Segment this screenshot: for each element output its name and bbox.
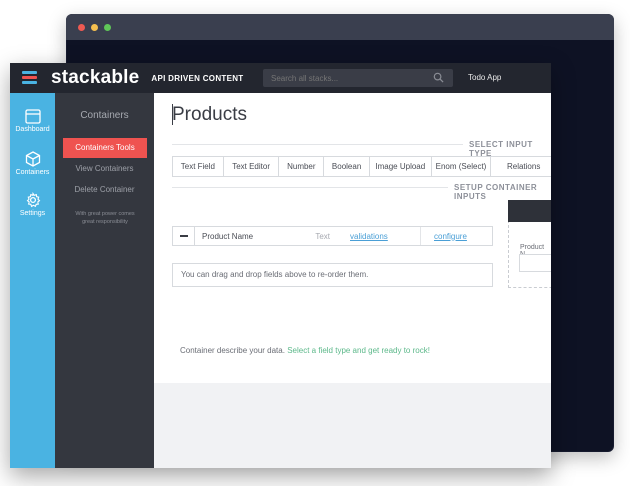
remove-field-button[interactable] [173, 227, 195, 245]
app-window: stackable API DRIVEN CONTENT Todo App Da… [10, 63, 551, 468]
brand-name[interactable]: stackable [51, 67, 139, 89]
search-icon[interactable] [433, 72, 444, 83]
screenshot-stage: stackable API DRIVEN CONTENT Todo App Da… [0, 0, 630, 486]
input-type-text-field[interactable]: Text Field [173, 157, 224, 176]
field-validations-link[interactable]: validations [350, 232, 420, 241]
field-preview-input[interactable] [519, 254, 551, 272]
window-minimize-dot[interactable] [91, 23, 98, 31]
gear-icon [26, 192, 40, 208]
input-type-boolean[interactable]: Boolean [324, 157, 370, 176]
top-bar: stackable API DRIVEN CONTENT Todo App [10, 63, 551, 93]
subnav-item-view-containers[interactable]: View Containers [55, 164, 154, 173]
field-configure-link[interactable]: configure [434, 232, 467, 241]
field-type: Text [315, 231, 330, 241]
search-input[interactable] [263, 69, 453, 87]
field-preview-header [508, 200, 551, 222]
dashboard-icon [24, 109, 41, 124]
nav-item-dashboard[interactable]: Dashboard [10, 109, 55, 133]
input-type-enum-select[interactable]: Enom (Select) [432, 157, 492, 176]
window-close-dot[interactable] [78, 23, 85, 31]
primary-nav: Dashboard Containers Settings [10, 93, 55, 468]
subnav-item-delete-container[interactable]: Delete Container [55, 185, 154, 194]
description-text: Container describe your data. [180, 346, 285, 355]
main-footer-area [154, 383, 551, 468]
nav-label-dashboard: Dashboard [15, 126, 50, 133]
cube-icon [25, 151, 40, 167]
app-switcher[interactable]: Todo App [468, 73, 501, 82]
input-type-text-editor[interactable]: Text Editor [224, 157, 280, 176]
minus-icon [179, 235, 188, 237]
nav-label-containers: Containers [15, 169, 50, 176]
nav-item-settings[interactable]: Settings [10, 192, 55, 217]
input-type-number[interactable]: Number [279, 157, 325, 176]
nav-label-settings: Settings [19, 210, 46, 217]
input-type-image-upload[interactable]: Image Upload [370, 157, 432, 176]
subnav-item-containers-tools[interactable]: Containers Tools [63, 138, 147, 158]
secondary-nav: Containers Containers Tools View Contain… [55, 93, 154, 468]
reorder-hint: You can drag and drop fields above to re… [172, 263, 493, 287]
subnav-title: Containers [80, 110, 129, 121]
nav-item-containers[interactable]: Containers [10, 151, 55, 176]
subnav-note: With great power comes great responsibil… [75, 211, 135, 225]
description-link[interactable]: Select a field type and get ready to roc… [287, 346, 430, 355]
page-title[interactable]: Products [172, 104, 247, 126]
window-maximize-dot[interactable] [104, 23, 111, 31]
input-type-relations[interactable]: Relations [491, 157, 551, 176]
background-window-titlebar [66, 14, 614, 40]
input-type-toolbar: Text Field Text Editor Number Boolean Im… [172, 156, 551, 177]
divider [420, 227, 421, 245]
container-description: Container describe your data. Select a f… [180, 346, 430, 355]
field-name: Product Name [202, 231, 254, 241]
stack-logo-icon [22, 71, 37, 85]
main-content: Products SELECT INPUT TYPE Text Field Te… [154, 93, 551, 468]
field-row[interactable]: Product Name Text validations configure [172, 226, 493, 246]
setup-container-inputs-label: SETUP CONTAINER INPUTS [448, 183, 551, 201]
brand-tagline: API DRIVEN CONTENT [151, 73, 244, 83]
